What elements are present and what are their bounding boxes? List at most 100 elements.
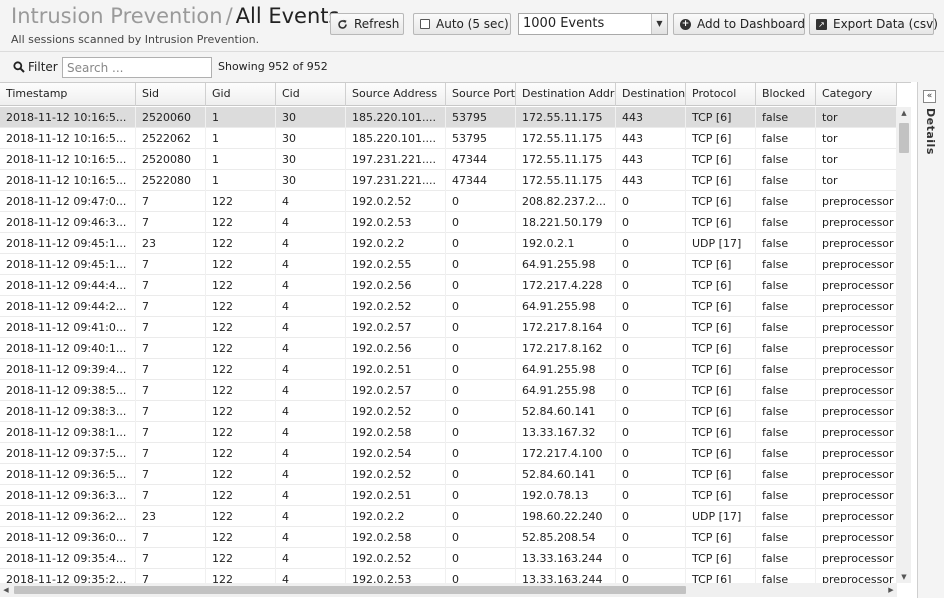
column-header-protocol[interactable]: Protocol xyxy=(686,83,756,106)
cell-blocked: false xyxy=(756,191,816,212)
column-header-category[interactable]: Category xyxy=(816,83,897,106)
cell-source-port: 0 xyxy=(446,275,516,296)
cell-protocol: TCP [6] xyxy=(686,527,756,548)
table-row[interactable]: 2018-11-12 09:45:1... 7 122 4 192.0.2.55 0 64.… xyxy=(0,254,897,275)
table-row[interactable]: 2018-11-12 10:16:5... 2522062 1 30 185.220.1… xyxy=(0,128,897,149)
cell-source-port: 53795 xyxy=(446,128,516,149)
app-title[interactable]: Intrusion Prevention xyxy=(11,4,223,28)
cell-destination-address: 172.217.4.228 xyxy=(516,275,616,296)
cell-category: preprocessor xyxy=(816,464,897,485)
column-header-destination-port[interactable]: Destination Port xyxy=(616,83,686,106)
cell-source-address: 192.0.2.52 xyxy=(346,401,446,422)
cell-source-address: 197.231.221.... xyxy=(346,170,446,191)
column-header-gid[interactable]: Gid xyxy=(206,83,276,106)
column-header-blocked[interactable]: Blocked xyxy=(756,83,816,106)
table-row[interactable]: 2018-11-12 09:35:4... 7 122 4 192.0.2.52 0 13.… xyxy=(0,548,897,569)
grid-body[interactable]: 2018-11-12 10:16:5... 2520060 1 30 185.220.1… xyxy=(0,107,897,583)
table-row[interactable]: 2018-11-12 09:47:0... 7 122 4 192.0.2.52 0 208… xyxy=(0,191,897,212)
events-limit-select[interactable]: 1000 Events ▼ xyxy=(518,13,668,35)
table-row[interactable]: 2018-11-12 09:38:1... 7 122 4 192.0.2.58 0 13.… xyxy=(0,422,897,443)
column-header-sid[interactable]: Sid xyxy=(136,83,206,106)
cell-blocked: false xyxy=(756,464,816,485)
table-row[interactable]: 2018-11-12 09:36:2... 23 122 4 192.0.2.2 0 198… xyxy=(0,506,897,527)
cell-gid: 122 xyxy=(206,254,276,275)
column-header-destination-address[interactable]: Destination Address xyxy=(516,83,616,106)
vertical-scrollbar[interactable]: ▲ ▼ xyxy=(897,107,911,583)
cell-protocol: TCP [6] xyxy=(686,380,756,401)
cell-destination-port: 0 xyxy=(616,506,686,527)
grid-header: Timestamp Sid Gid Cid Source Address Source P… xyxy=(0,83,897,106)
scroll-left-icon[interactable]: ◀ xyxy=(0,583,12,597)
cell-destination-address: 172.217.4.100 xyxy=(516,443,616,464)
table-row[interactable]: 2018-11-12 09:44:4... 7 122 4 192.0.2.56 0 172… xyxy=(0,275,897,296)
double-chevron-left-icon[interactable]: « xyxy=(923,90,936,103)
cell-gid: 122 xyxy=(206,569,276,583)
checkbox-icon[interactable] xyxy=(420,19,430,30)
table-row[interactable]: 2018-11-12 09:45:1... 23 122 4 192.0.2.2 0 192… xyxy=(0,233,897,254)
table-row[interactable]: 2018-11-12 09:44:2... 7 122 4 192.0.2.52 0 64.… xyxy=(0,296,897,317)
cell-category: preprocessor xyxy=(816,422,897,443)
cell-category: preprocessor xyxy=(816,506,897,527)
cell-cid: 4 xyxy=(276,506,346,527)
cell-protocol: TCP [6] xyxy=(686,464,756,485)
auto-refresh-toggle[interactable]: Auto (5 sec) xyxy=(413,13,511,35)
cell-source-port: 0 xyxy=(446,422,516,443)
table-row[interactable]: 2018-11-12 09:46:3... 7 122 4 192.0.2.53 0 18.… xyxy=(0,212,897,233)
add-to-dashboard-button[interactable]: + Add to Dashboard xyxy=(673,13,805,35)
column-header-cid[interactable]: Cid xyxy=(276,83,346,106)
cell-blocked: false xyxy=(756,485,816,506)
details-panel[interactable]: « Details xyxy=(917,82,944,598)
cell-sid: 7 xyxy=(136,380,206,401)
cell-category: preprocessor xyxy=(816,380,897,401)
scroll-up-icon[interactable]: ▲ xyxy=(897,107,911,119)
export-data-button[interactable]: ↗ Export Data (csv) xyxy=(809,13,938,35)
table-row[interactable]: 2018-11-12 10:16:5... 2522080 1 30 197.231.2… xyxy=(0,170,897,191)
cell-destination-address: 52.84.60.141 xyxy=(516,401,616,422)
table-row[interactable]: 2018-11-12 09:38:3... 7 122 4 192.0.2.52 0 52.… xyxy=(0,401,897,422)
table-row[interactable]: 2018-11-12 09:39:4... 7 122 4 192.0.2.51 0 64.… xyxy=(0,359,897,380)
scroll-down-icon[interactable]: ▼ xyxy=(897,571,911,583)
horizontal-scroll-thumb[interactable] xyxy=(14,586,686,594)
table-row[interactable]: 2018-11-12 09:35:2... 7 122 4 192.0.2.53 0 13.… xyxy=(0,569,897,583)
horizontal-scrollbar[interactable]: ◀ ▶ xyxy=(0,583,897,597)
cell-source-port: 0 xyxy=(446,233,516,254)
cell-gid: 122 xyxy=(206,506,276,527)
table-row[interactable]: 2018-11-12 09:41:0... 7 122 4 192.0.2.57 0 172… xyxy=(0,317,897,338)
cell-gid: 122 xyxy=(206,527,276,548)
scroll-right-icon[interactable]: ▶ xyxy=(885,583,897,597)
cell-destination-address: 192.0.2.1 xyxy=(516,233,616,254)
table-row[interactable]: 2018-11-12 09:38:5... 7 122 4 192.0.2.57 0 64.… xyxy=(0,380,897,401)
cell-category: tor xyxy=(816,149,897,170)
cell-timestamp: 2018-11-12 09:36:5... xyxy=(0,464,136,485)
chevron-down-icon[interactable]: ▼ xyxy=(651,14,667,34)
table-row[interactable]: 2018-11-12 09:36:0... 7 122 4 192.0.2.58 0 52.… xyxy=(0,527,897,548)
search-input[interactable] xyxy=(62,57,212,78)
cell-timestamp: 2018-11-12 09:37:5... xyxy=(0,443,136,464)
details-panel-label[interactable]: Details xyxy=(924,108,937,155)
cell-blocked: false xyxy=(756,338,816,359)
cell-destination-port: 0 xyxy=(616,317,686,338)
refresh-button[interactable]: Refresh xyxy=(330,13,404,35)
view-title: All Events xyxy=(235,4,340,28)
cell-protocol: TCP [6] xyxy=(686,275,756,296)
cell-sid: 7 xyxy=(136,548,206,569)
cell-destination-address: 172.217.8.164 xyxy=(516,317,616,338)
table-row[interactable]: 2018-11-12 10:16:5... 2520080 1 30 197.231.2… xyxy=(0,149,897,170)
cell-sid: 7 xyxy=(136,275,206,296)
table-row[interactable]: 2018-11-12 10:16:5... 2520060 1 30 185.220.1… xyxy=(0,107,897,128)
cell-protocol: TCP [6] xyxy=(686,548,756,569)
column-header-source-address[interactable]: Source Address xyxy=(346,83,446,106)
cell-destination-port: 0 xyxy=(616,422,686,443)
table-row[interactable]: 2018-11-12 09:36:3... 7 122 4 192.0.2.51 0 192… xyxy=(0,485,897,506)
table-row[interactable]: 2018-11-12 09:37:5... 7 122 4 192.0.2.54 0 172… xyxy=(0,443,897,464)
column-header-source-port[interactable]: Source Port xyxy=(446,83,516,106)
table-row[interactable]: 2018-11-12 09:36:5... 7 122 4 192.0.2.52 0 52.… xyxy=(0,464,897,485)
cell-gid: 1 xyxy=(206,170,276,191)
cell-blocked: false xyxy=(756,170,816,191)
column-header-timestamp[interactable]: Timestamp xyxy=(0,83,136,106)
vertical-scroll-thumb[interactable] xyxy=(899,123,909,153)
refresh-label: Refresh xyxy=(354,17,400,31)
table-row[interactable]: 2018-11-12 09:40:1... 7 122 4 192.0.2.56 0 172… xyxy=(0,338,897,359)
cell-category: tor xyxy=(816,128,897,149)
cell-cid: 4 xyxy=(276,296,346,317)
